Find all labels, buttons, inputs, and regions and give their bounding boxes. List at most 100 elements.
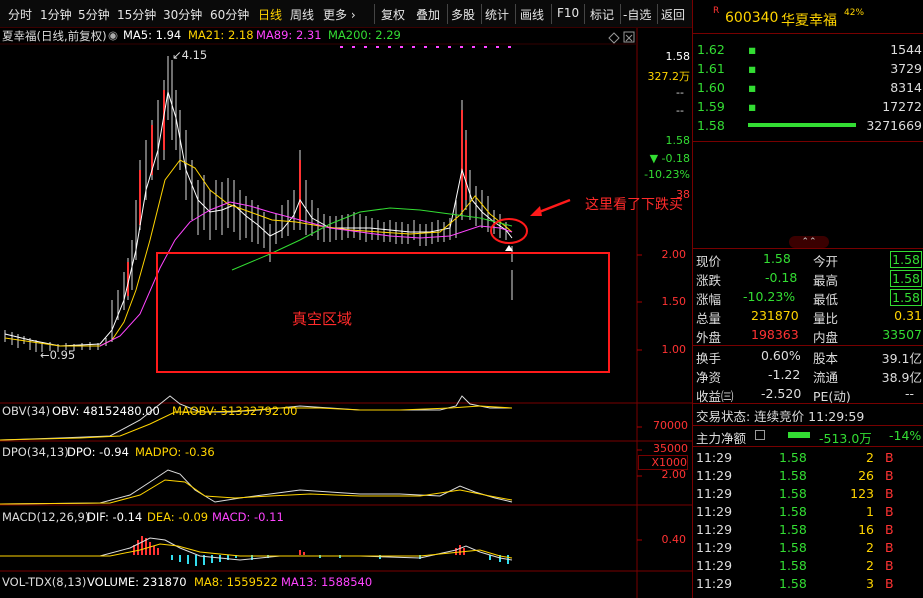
bid-row: 1.58 3271669 [697, 118, 922, 133]
info-pct: -10.23% [644, 168, 690, 181]
main-flow-row: 主力净额 -513.0万 -14% [696, 428, 922, 446]
quote-panel: R 600340 华夏幸福 42% 1.62 ▪ 1544 1.61 ▪ 3729 1.… [692, 0, 923, 598]
trade-status: 交易状态: 连续竞价 11:29:59 [696, 409, 865, 424]
tab-5min[interactable]: 5分钟 [78, 6, 110, 23]
stats-button[interactable]: 统计 [485, 6, 509, 23]
axis-top-price: 1.58 [665, 50, 691, 63]
stat-row: 换手 0.60% 股本 39.1亿 [696, 348, 922, 366]
dpo-value: DPO: -0.94 [67, 445, 129, 459]
axis-dash-1: -- [676, 86, 684, 99]
low-price-label: ←0.95 [40, 348, 76, 362]
tab-weekly[interactable]: 周线 [290, 6, 314, 23]
candlesticks [4, 56, 513, 352]
info-change: ▼ -0.18 [649, 152, 690, 165]
tab-15min[interactable]: 15分钟 [117, 6, 156, 23]
dpo-title: DPO(34,13) [2, 445, 69, 459]
vacuum-zone-box [156, 252, 610, 373]
tab-intraday[interactable]: 分时 [8, 6, 32, 23]
madpo-line [0, 479, 513, 505]
axis-tick-1.50: 1.50 [661, 295, 687, 308]
dea-line [0, 543, 513, 559]
stock-name: 华夏幸福 [781, 13, 837, 29]
quote-header: R 600340 华夏幸福 42% [693, 0, 923, 34]
vol-title: VOL-TDX(8,13) [2, 575, 87, 589]
stat-row: 净资 -1.22 流通 38.9亿 [696, 367, 922, 385]
macd-tick: 0.40 [661, 533, 687, 546]
toolbar-divider [551, 4, 552, 24]
stat-row: 外盘 198363 内盘 33507 [696, 327, 922, 345]
kline-chart-area[interactable]: 夏幸福(日线,前复权) ◉ MA5: 1.94 MA21: 2.18 MA89:… [0, 28, 692, 598]
annotation-text: 这里看了下跌买 [585, 197, 683, 213]
info-price: 1.58 [665, 134, 691, 147]
tab-30min[interactable]: 30分钟 [163, 6, 202, 23]
volume-value: VOLUME: 231870 [87, 575, 187, 589]
stock-pct-badge: 42% [844, 8, 865, 18]
toolbar-divider [481, 4, 482, 24]
stock-code: 600340 [725, 10, 779, 26]
toolbar-divider [515, 4, 516, 24]
stat-row: 总量 231870 量比 0.31 [696, 308, 922, 326]
bid-row: 1.60 ▪ 8314 [697, 80, 922, 95]
tick-row: 11:29 1.58 1 B [696, 504, 894, 519]
axis-dash-2: -- [676, 104, 684, 117]
obv-tick-35000: 35000 [653, 442, 688, 455]
dif-line [0, 537, 513, 561]
chart-title: 夏幸福(日线,前复权) [2, 29, 107, 43]
watchlist-button[interactable]: -自选 [623, 6, 651, 23]
dpo-tick: 2.00 [661, 468, 687, 481]
ma200-label: MA200: 2.29 [328, 28, 401, 42]
maobv-value: MAOBV: 51332792.00 [172, 404, 298, 418]
stat-row: 涨幅 -10.23% 最低 1.58 [696, 289, 922, 307]
collapse-chevron-icon[interactable]: ⌃⌃ [789, 236, 829, 248]
tick-row: 11:29 1.58 26 B [696, 468, 894, 483]
tick-row: 11:29 1.58 16 B [696, 522, 894, 537]
tick-row: 11:29 1.58 123 B [696, 486, 894, 501]
tab-60min[interactable]: 60分钟 [210, 6, 249, 23]
dpo-line [0, 469, 513, 505]
toolbar-divider [657, 4, 658, 24]
bid-row: 1.62 ▪ 1544 [697, 42, 922, 57]
stat-row: 收益㈢ -2.520 PE(动) -- [696, 386, 914, 404]
indicator-toggle-icon[interactable]: ◉ [108, 28, 118, 42]
tab-daily[interactable]: 日线 [258, 6, 282, 23]
macd-title: MACD(12,26,9) [2, 510, 90, 524]
toolbar-divider [620, 4, 621, 24]
ma8-value: MA8: 1559522 [194, 575, 278, 589]
adjust-button[interactable]: 复权 [381, 6, 405, 23]
ma89-label: MA89: 2.31 [256, 28, 322, 42]
flow-detail-icon[interactable] [755, 430, 765, 440]
axis-tick-1.00: 1.00 [661, 343, 687, 356]
mark-button[interactable]: 标记 [590, 6, 614, 23]
obv-tick-70000: 70000 [653, 419, 688, 432]
vacuum-zone-label: 真空区域 [292, 310, 353, 328]
ma21-label: MA21: 2.18 [188, 28, 254, 42]
tab-1min[interactable]: 1分钟 [40, 6, 72, 23]
draw-button[interactable]: 画线 [520, 6, 544, 23]
bid-row: 1.59 ▪ 17272 [697, 99, 922, 114]
dif-value: DIF: -0.14 [87, 510, 143, 524]
ma13-value: MA13: 1588540 [281, 575, 373, 589]
tick-row: 11:29 1.58 2 B [696, 558, 894, 573]
toolbar-divider [374, 4, 375, 24]
overlay-button[interactable]: 叠加 [416, 6, 440, 23]
obv-title: OBV(34) [2, 404, 51, 418]
tick-row: 11:29 1.58 2 B [696, 540, 894, 555]
back-button[interactable]: 返回 [661, 6, 685, 23]
madpo-value: MADPO: -0.36 [135, 445, 215, 459]
dea-value: DEA: -0.09 [147, 510, 209, 524]
axis-top-volume: 327.2万 [647, 70, 691, 83]
r-badge: R [713, 6, 720, 16]
f10-button[interactable]: F10 [557, 6, 579, 20]
tick-row: 11:29 1.58 2 B [696, 450, 894, 465]
stat-row: 现价 1.58 今开 1.58 [696, 251, 922, 269]
more-periods-button[interactable]: 更多 › [323, 6, 356, 23]
bid-row: 1.61 ▪ 3729 [697, 61, 922, 76]
toolbar-divider [447, 4, 448, 24]
stock-terminal-window: { "toolbar":{"items":["分时","1分钟","5分钟","… [0, 0, 923, 598]
ma5-label: MA5: 1.94 [123, 28, 182, 42]
macd-value: MACD: -0.11 [212, 510, 284, 524]
stat-row: 涨跌 -0.18 最高 1.58 [696, 270, 922, 288]
axis-tick-2.00: 2.00 [661, 248, 687, 261]
high-price-label: ↙4.15 [172, 48, 208, 62]
multi-stock-button[interactable]: 多股 [451, 6, 475, 23]
